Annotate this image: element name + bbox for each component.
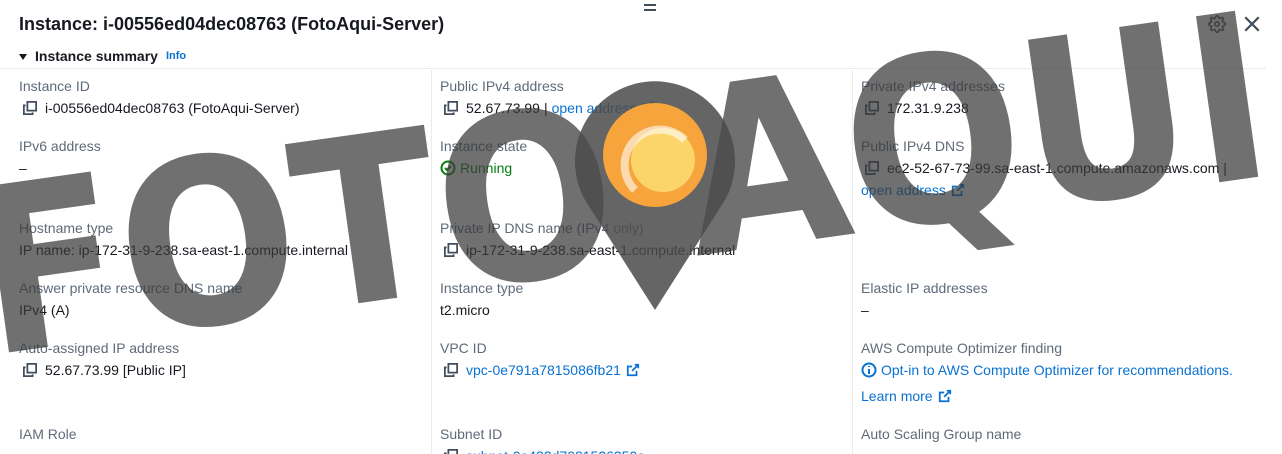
close-icon [1244, 16, 1260, 32]
copy-icon[interactable] [444, 363, 458, 377]
field-optimizer: AWS Compute Optimizer finding Opt-in to … [861, 338, 1233, 406]
field-iam-role: IAM Role [19, 424, 77, 444]
field-public-dns: Public IPv4 DNS ec2-52-67-73-99.sa-east-… [861, 136, 1227, 200]
split-panel-header: Instance: i-00556ed04dec08763 (FotoAqui-… [0, 0, 1282, 48]
subnet-link[interactable]: subnet-0a432d7081526350a [466, 446, 645, 454]
field-vpc-id: VPC ID vpc-0e791a7815086fb21 [440, 338, 640, 380]
field-instance-state: Instance state Running [440, 136, 527, 178]
field-label: Elastic IP addresses [861, 280, 988, 296]
field-value: t2.micro [440, 302, 490, 318]
field-auto-ip: Auto-assigned IP address 52.67.73.99 [Pu… [19, 338, 186, 380]
field-label: Instance ID [19, 78, 90, 94]
field-hostname-type: Hostname type IP name: ip-172-31-9-238.s… [19, 218, 348, 260]
external-link-icon[interactable] [951, 183, 965, 197]
field-instance-type: Instance type t2.micro [440, 278, 523, 320]
info-circle-icon [861, 362, 877, 378]
field-label: Auto-assigned IP address [19, 340, 180, 356]
field-label: Private IP DNS name (IPv4 only) [440, 220, 644, 236]
field-value: 52.67.73.99 [Public IP] [45, 362, 186, 378]
separator: | [543, 100, 548, 116]
copy-icon[interactable] [444, 101, 458, 115]
field-answer-dns: Answer private resource DNS name IPv4 (A… [19, 278, 242, 320]
learn-more-link[interactable]: Learn more [861, 386, 933, 406]
copy-icon[interactable] [444, 243, 458, 257]
status-text: Running [460, 160, 513, 176]
info-link[interactable]: Info [166, 50, 186, 62]
external-link-icon[interactable] [641, 101, 655, 115]
copy-icon[interactable] [23, 363, 37, 377]
field-label: Auto Scaling Group name [861, 426, 1022, 442]
field-label: IAM Role [19, 426, 77, 442]
field-label: AWS Compute Optimizer finding [861, 340, 1062, 356]
vpc-link[interactable]: vpc-0e791a7815086fb21 [466, 360, 621, 380]
field-label: Instance state [440, 138, 528, 154]
field-value: IPv4 (A) [19, 302, 70, 318]
field-elastic-ip: Elastic IP addresses – [861, 278, 988, 320]
column-divider [431, 70, 432, 454]
field-private-dns: Private IP DNS name (IPv4 only) ip-172-3… [440, 218, 735, 260]
copy-icon[interactable] [865, 161, 879, 175]
field-value: i-00556ed04dec08763 (FotoAqui-Server) [45, 100, 300, 116]
field-value: 172.31.9.238 [887, 100, 969, 116]
open-address-link[interactable]: open address [552, 98, 637, 118]
optimizer-opt-in-link[interactable]: Opt-in to AWS Compute Optimizer for reco… [881, 360, 1233, 380]
open-address-link[interactable]: open address [861, 180, 946, 200]
instance-summary-header[interactable]: Instance summary Info [19, 44, 186, 68]
panel-title: Instance: i-00556ed04dec08763 (FotoAqui-… [19, 14, 445, 34]
field-label: Hostname type [19, 220, 114, 236]
section-divider [0, 68, 1266, 69]
field-ipv6: IPv6 address – [19, 136, 101, 178]
section-title: Instance summary [35, 48, 158, 64]
field-value: 52.67.73.99 [466, 100, 540, 116]
settings-button[interactable] [1208, 15, 1228, 35]
field-label: Answer private resource DNS name [19, 280, 243, 296]
close-button[interactable] [1243, 15, 1263, 35]
copy-icon[interactable] [23, 101, 37, 115]
separator: | [1223, 160, 1227, 176]
field-label: Subnet ID [440, 426, 503, 442]
field-label: Private IPv4 addresses [861, 78, 1005, 94]
field-subnet-id: Subnet ID subnet-0a432d7081526350a [440, 424, 645, 454]
external-link-icon[interactable] [626, 363, 640, 377]
field-value: IP name: ip-172-31-9-238.sa-east-1.compu… [19, 242, 348, 258]
field-label: VPC ID [440, 340, 487, 356]
panel-resize-handle[interactable] [644, 4, 656, 12]
field-asg-name: Auto Scaling Group name [861, 424, 1021, 444]
status-success-icon [440, 160, 456, 176]
column-divider [852, 70, 853, 454]
field-label: Public IPv4 DNS [861, 138, 965, 154]
field-value: ec2-52-67-73-99.sa-east-1.compute.amazon… [887, 160, 1220, 176]
field-instance-id: Instance ID i-00556ed04dec08763 (FotoAqu… [19, 76, 300, 118]
field-private-ipv4: Private IPv4 addresses 172.31.9.238 [861, 76, 1005, 118]
gear-icon [1208, 15, 1226, 33]
copy-icon[interactable] [444, 449, 458, 454]
field-label: Instance type [440, 280, 524, 296]
field-value: ip-172-31-9-238.sa-east-1.compute.intern… [466, 242, 736, 258]
field-public-ipv4: Public IPv4 address 52.67.73.99 | open a… [440, 76, 655, 118]
field-label: IPv6 address [19, 138, 101, 154]
field-label: Public IPv4 address [440, 78, 564, 94]
field-value: – [861, 302, 869, 318]
copy-icon[interactable] [865, 101, 879, 115]
field-value: – [19, 160, 27, 176]
external-link-icon[interactable] [938, 389, 952, 403]
caret-down-icon [19, 54, 27, 60]
